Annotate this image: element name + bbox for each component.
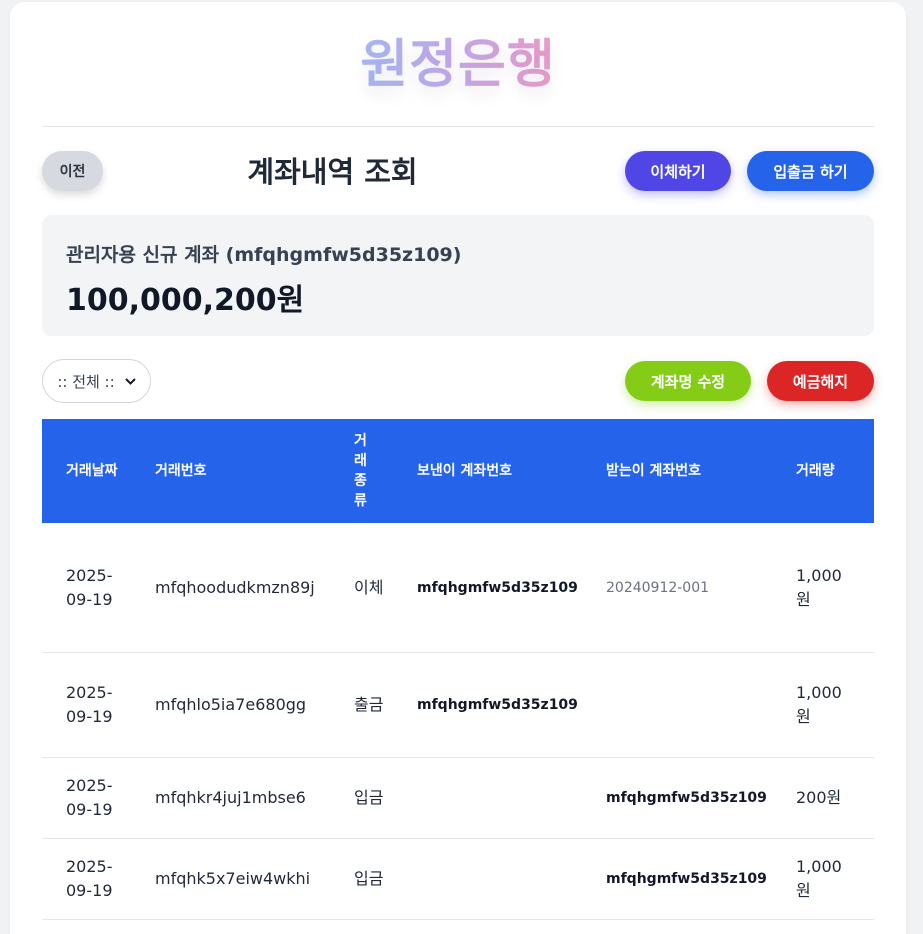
cell-date: 2025-09-19 [66, 857, 113, 900]
bank-logo-text: 원정은행 [360, 35, 556, 95]
cell-sender-account [417, 839, 587, 919]
transaction-type-select[interactable]: :: 전체 :: [42, 359, 151, 403]
cell-transaction-id: mfqhkr4juj1mbse6 [155, 788, 306, 807]
account-summary: 관리자용 신규 계좌 (mfqhgmfw5d35z109) 100,000,20… [42, 215, 874, 336]
cell-type: 이체 [354, 577, 384, 597]
deposit-withdraw-button[interactable]: 입출금 하기 [747, 151, 874, 191]
main-card: 원정은행 이전 계좌내역 조회 이체하기 입출금 하기 관리자용 신규 계좌 (… [10, 2, 906, 934]
cell-date: 2025-09-19 [66, 683, 113, 726]
cell-receiver-account: 20240912-001 [606, 579, 710, 596]
table-row: 2025-09-19 mfqhkr4juj1mbse6 입금 mfqhgmfw5… [42, 758, 874, 839]
close-account-button[interactable]: 예금해지 [767, 361, 874, 401]
cell-type: 입금 [354, 788, 384, 807]
chevron-down-icon [124, 374, 136, 388]
table-row: 2025-09-19 mfqhk5x7eiw4wkhi 입금 mfqhgmfw5… [42, 839, 874, 920]
cell-sender-account [417, 758, 587, 838]
prev-button[interactable]: 이전 [42, 151, 103, 191]
cell-receiver-account [606, 653, 776, 757]
table-row: 2025-09-19 mfqhoodudkmzn89j 이체 mfqhgmfw5… [42, 523, 874, 653]
table-row: 2025-09-19 mfqhlo5ia7e680gg 출금 mfqhgmfw5… [42, 653, 874, 758]
account-balance: 100,000,200원 [66, 283, 305, 318]
cell-sender-account: mfqhgmfw5d35z109 [417, 697, 578, 713]
header-divider [42, 126, 874, 127]
column-header-receiver-account: 받는이 계좌번호 [606, 463, 702, 479]
cell-amount: 200원 [796, 788, 842, 807]
cell-date: 2025-09-19 [66, 565, 113, 609]
cell-type: 입금 [354, 869, 384, 888]
column-header-amount: 거래량 [796, 463, 835, 479]
column-header-sender-account: 보낸이 계좌번호 [417, 463, 513, 479]
cell-amount: 1,000원 [796, 565, 842, 609]
cell-amount: 1,000원 [796, 857, 842, 900]
account-name: 관리자용 신규 계좌 (mfqhgmfw5d35z109) [66, 244, 462, 266]
cell-sender-account: mfqhgmfw5d35z109 [417, 579, 578, 596]
column-header-date: 거래날짜 [66, 463, 118, 479]
column-header-transaction-id: 거래번호 [155, 463, 207, 479]
cell-transaction-id: mfqhk5x7eiw4wkhi [155, 869, 311, 888]
cell-transaction-id: mfqhoodudkmzn89j [155, 577, 315, 597]
cell-receiver-account: mfqhgmfw5d35z109 [606, 790, 767, 806]
cell-type: 출금 [354, 695, 384, 714]
page-title: 계좌내역 조회 [247, 155, 418, 189]
cell-date: 2025-09-19 [66, 776, 113, 819]
cell-amount: 1,000원 [796, 683, 842, 726]
cell-receiver-account: mfqhgmfw5d35z109 [606, 871, 767, 887]
table-header: 거래날짜 거래번호 거래종류 보낸이 계좌번호 받는이 계좌번호 거래량 [42, 419, 874, 523]
cell-transaction-id: mfqhlo5ia7e680gg [155, 695, 307, 714]
transfer-button[interactable]: 이체하기 [625, 151, 731, 191]
rename-account-button[interactable]: 계좌명 수정 [625, 361, 751, 401]
transaction-table: 거래날짜 거래번호 거래종류 보낸이 계좌번호 받는이 계좌번호 거래량 202… [42, 419, 874, 920]
transaction-type-select-value: :: 전체 :: [57, 372, 115, 391]
bank-logo: 원정은행 [10, 32, 906, 98]
column-header-type: 거래종류 [354, 433, 367, 509]
